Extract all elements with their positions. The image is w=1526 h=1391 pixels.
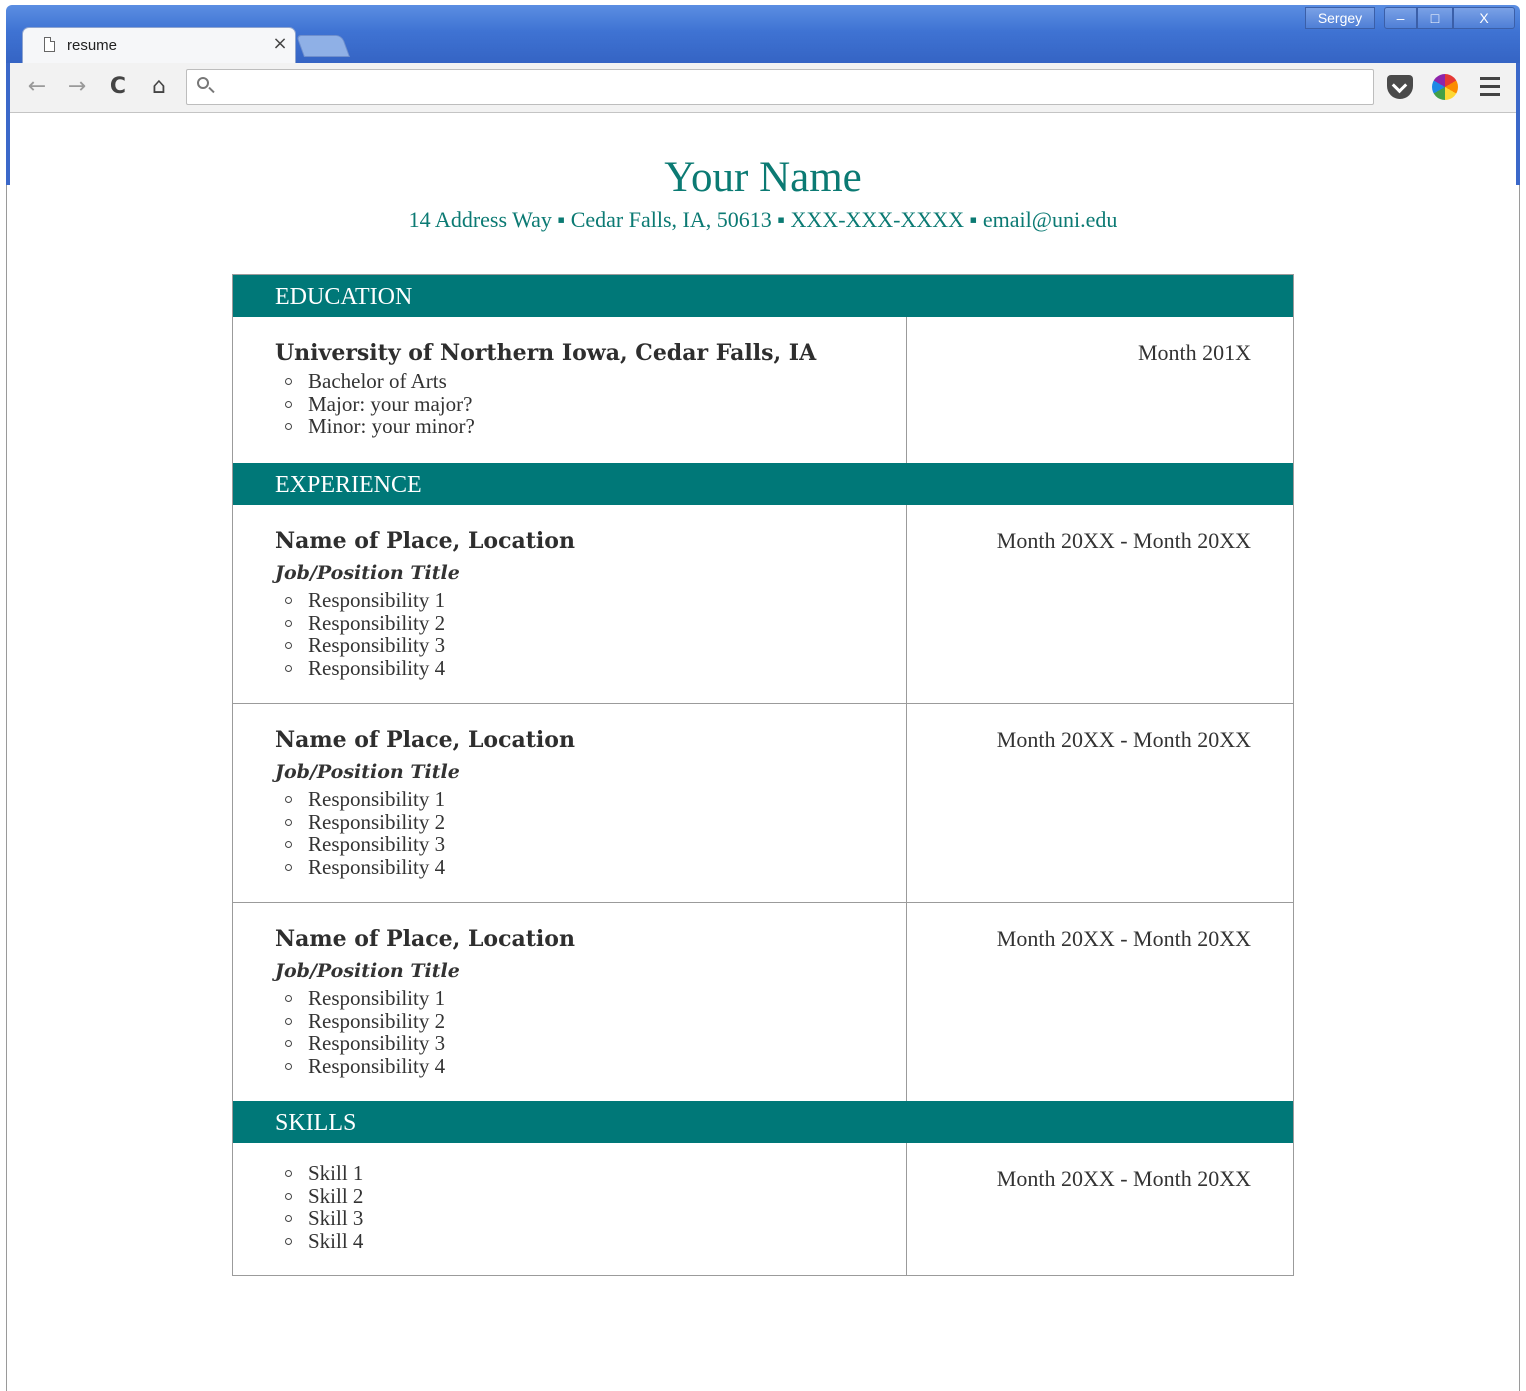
color-picker-icon[interactable] — [1432, 74, 1458, 100]
experience-date: Month 20XX - Month 20XX — [996, 727, 1251, 752]
list-item: Skill 3 — [275, 1207, 906, 1230]
window-border-left — [6, 185, 7, 1391]
browser-toolbar: ← → C ⌂ — [10, 63, 1516, 113]
resume-table: EDUCATION University of Northern Iowa, C… — [232, 274, 1294, 1276]
responsibility-list: Responsibility 1 Responsibility 2 Respon… — [275, 987, 906, 1078]
close-window-button[interactable]: X — [1453, 7, 1515, 29]
section-header-education: EDUCATION — [233, 275, 1293, 317]
list-item: Responsibility 3 — [275, 634, 906, 657]
job-title: Job/Position Title — [275, 761, 460, 783]
experience-date: Month 20XX - Month 20XX — [996, 926, 1251, 951]
experience-row: Name of Place, Location Job/Position Tit… — [233, 505, 1293, 703]
reload-button[interactable]: C — [105, 75, 131, 99]
address-bar[interactable] — [186, 69, 1374, 105]
resume-name: Your Name — [664, 154, 862, 201]
experience-details: Name of Place, Location Job/Position Tit… — [233, 704, 907, 902]
job-title: Job/Position Title — [275, 960, 460, 982]
place-name: Name of Place, Location — [275, 528, 575, 554]
list-item: Responsibility 2 — [275, 810, 906, 834]
skills-row: Skill 1 Skill 2 Skill 3 Skill 4 Month 20… — [233, 1143, 1293, 1275]
window-frame-right — [1516, 63, 1520, 185]
job-title: Job/Position Title — [275, 562, 460, 584]
profile-button[interactable]: Sergey — [1305, 7, 1375, 29]
contact-line: 14 Address Way ▪ Cedar Falls, IA, 50613 … — [408, 207, 1118, 232]
experience-row: Name of Place, Location Job/Position Tit… — [233, 703, 1293, 902]
skills-list: Skill 1 Skill 2 Skill 3 Skill 4 — [275, 1162, 906, 1253]
pocket-icon[interactable] — [1387, 75, 1413, 99]
new-tab-button[interactable] — [295, 35, 351, 57]
skills-details: Skill 1 Skill 2 Skill 3 Skill 4 — [233, 1143, 907, 1275]
list-item: Responsibility 4 — [275, 1055, 906, 1078]
education-row: University of Northern Iowa, Cedar Falls… — [233, 317, 1293, 463]
experience-row: Name of Place, Location Job/Position Tit… — [233, 902, 1293, 1101]
list-item: Minor: your minor? — [275, 415, 906, 438]
list-item: Responsibility 1 — [275, 589, 906, 612]
list-item: Responsibility 4 — [275, 856, 906, 879]
section-header-skills: SKILLS — [233, 1101, 1293, 1143]
page-icon — [44, 37, 55, 52]
list-item: Responsibility 3 — [275, 1032, 906, 1055]
search-icon — [197, 77, 209, 89]
education-list: Bachelor of Arts Major: your major? Mino… — [275, 370, 906, 438]
responsibility-list: Responsibility 1 Responsibility 2 Respon… — [275, 589, 906, 680]
browser-window: resume × Sergey – □ X ← → C ⌂ Your Name … — [0, 0, 1526, 1391]
section-header-experience: EXPERIENCE — [233, 463, 1293, 505]
address-input[interactable] — [223, 74, 1367, 102]
school-name: University of Northern Iowa, Cedar Falls… — [275, 340, 817, 366]
list-item: Skill 2 — [275, 1184, 906, 1208]
home-button[interactable]: ⌂ — [146, 75, 172, 99]
menu-icon[interactable] — [1480, 77, 1500, 97]
place-name: Name of Place, Location — [275, 727, 575, 753]
tab-close-button[interactable]: × — [271, 33, 289, 55]
list-item: Responsibility 3 — [275, 833, 906, 856]
skills-date: Month 20XX - Month 20XX — [996, 1166, 1251, 1191]
place-name: Name of Place, Location — [275, 926, 575, 952]
minimize-button[interactable]: – — [1384, 7, 1417, 29]
list-item: Skill 1 — [275, 1162, 906, 1185]
list-item: Responsibility 2 — [275, 1009, 906, 1033]
list-item: Responsibility 1 — [275, 987, 906, 1010]
experience-details: Name of Place, Location Job/Position Tit… — [233, 505, 907, 703]
list-item: Bachelor of Arts — [275, 370, 906, 393]
list-item: Major: your major? — [275, 392, 906, 416]
experience-details: Name of Place, Location Job/Position Tit… — [233, 903, 907, 1101]
experience-date: Month 20XX - Month 20XX — [996, 528, 1251, 553]
list-item: Responsibility 2 — [275, 611, 906, 635]
education-details: University of Northern Iowa, Cedar Falls… — [233, 317, 907, 463]
tab-title: resume — [67, 37, 118, 54]
window-border-right — [1519, 185, 1520, 1391]
list-item: Responsibility 1 — [275, 788, 906, 811]
list-item: Skill 4 — [275, 1230, 906, 1253]
list-item: Responsibility 4 — [275, 657, 906, 680]
maximize-button[interactable]: □ — [1417, 7, 1453, 29]
education-date: Month 201X — [1137, 340, 1251, 365]
back-button[interactable]: ← — [24, 75, 50, 99]
responsibility-list: Responsibility 1 Responsibility 2 Respon… — [275, 788, 906, 879]
tab-resume[interactable]: resume × — [22, 27, 296, 63]
forward-button[interactable]: → — [64, 75, 90, 99]
page-content: Your Name 14 Address Way ▪ Cedar Falls, … — [10, 113, 1516, 1391]
